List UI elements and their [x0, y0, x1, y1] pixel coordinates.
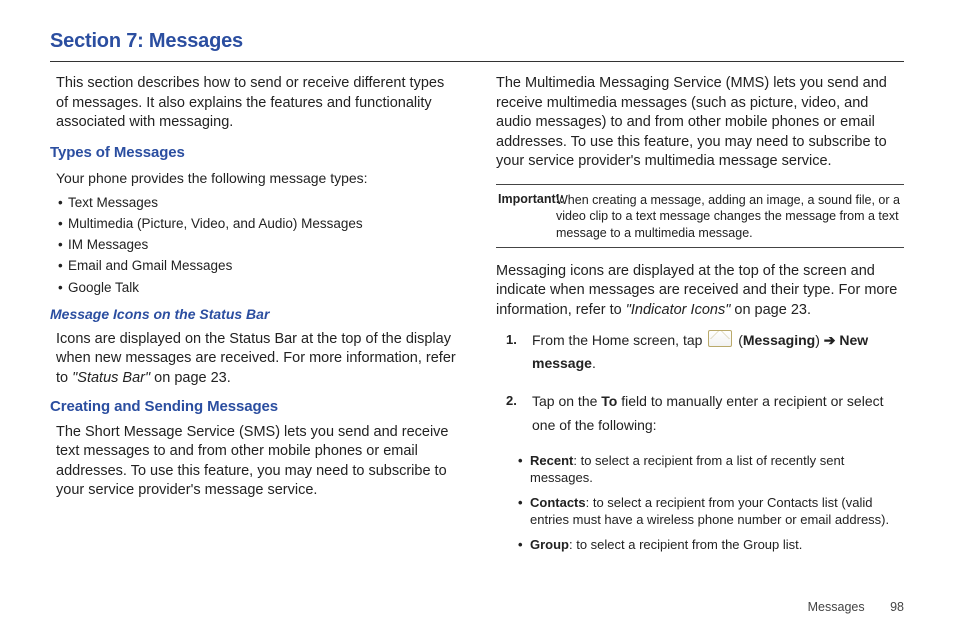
to-field-label: To	[601, 393, 617, 409]
option-label: Recent	[530, 453, 573, 468]
text: )	[815, 332, 824, 348]
intro-paragraph: This section describes how to send or re…	[50, 74, 458, 133]
right-column: The Multimedia Messaging Service (MMS) l…	[496, 74, 904, 560]
option-group: Group: to select a recipient from the Gr…	[518, 536, 904, 554]
types-lead: Your phone provides the following messag…	[50, 169, 458, 188]
text: on page 23.	[154, 370, 231, 386]
list-item: Text Messages	[58, 194, 458, 212]
heading-creating-sending: Creating and Sending Messages	[50, 397, 458, 417]
important-label: Important!:	[498, 192, 564, 206]
footer-section-label: Messages	[808, 600, 865, 614]
text: Tap on the	[532, 393, 601, 409]
steps-list: From the Home screen, tap (Messaging) ➔ …	[496, 329, 904, 438]
mms-paragraph: The Multimedia Messaging Service (MMS) l…	[496, 74, 904, 172]
option-label: Group	[530, 537, 569, 552]
heading-status-bar-icons: Message Icons on the Status Bar	[50, 305, 458, 324]
option-text: : to select a recipient from a list of r…	[530, 453, 844, 486]
heading-types-of-messages: Types of Messages	[50, 143, 458, 163]
sms-paragraph: The Short Message Service (SMS) lets you…	[50, 423, 458, 501]
text: on page 23.	[734, 302, 811, 318]
messaging-label: Messaging	[743, 332, 815, 348]
important-text: When creating a message, adding an image…	[498, 192, 902, 241]
option-contacts: Contacts: to select a recipient from you…	[518, 494, 904, 529]
list-item: Google Talk	[58, 279, 458, 297]
manual-page: Section 7: Messages This section describ…	[0, 0, 954, 636]
important-note: Important!: When creating a message, add…	[496, 184, 904, 248]
text: .	[592, 355, 596, 371]
messaging-icons-paragraph: Messaging icons are displayed at the top…	[496, 262, 904, 321]
step-2: Tap on the To field to manually enter a …	[518, 390, 904, 438]
option-text: : to select a recipient from the Group l…	[569, 537, 802, 552]
section-title: Section 7: Messages	[50, 28, 904, 55]
page-footer: Messages 98	[808, 599, 904, 616]
list-item: IM Messages	[58, 236, 458, 254]
arrow-icon: ➔	[824, 332, 836, 348]
option-recent: Recent: to select a recipient from a lis…	[518, 452, 904, 487]
status-bar-paragraph: Icons are displayed on the Status Bar at…	[50, 330, 458, 389]
recipient-options: Recent: to select a recipient from a lis…	[496, 452, 904, 554]
xref-status-bar: "Status Bar"	[72, 370, 154, 386]
page-number: 98	[890, 600, 904, 614]
message-types-list: Text Messages Multimedia (Picture, Video…	[50, 194, 458, 297]
two-column-layout: This section describes how to send or re…	[50, 74, 904, 560]
xref-indicator-icons: "Indicator Icons"	[626, 302, 735, 318]
title-rule	[50, 61, 904, 62]
option-label: Contacts	[530, 495, 586, 510]
list-item: Multimedia (Picture, Video, and Audio) M…	[58, 215, 458, 233]
list-item: Email and Gmail Messages	[58, 257, 458, 275]
messaging-icon	[708, 330, 732, 347]
step-1: From the Home screen, tap (Messaging) ➔ …	[518, 329, 904, 377]
left-column: This section describes how to send or re…	[50, 74, 458, 560]
text: From the Home screen, tap	[532, 332, 706, 348]
